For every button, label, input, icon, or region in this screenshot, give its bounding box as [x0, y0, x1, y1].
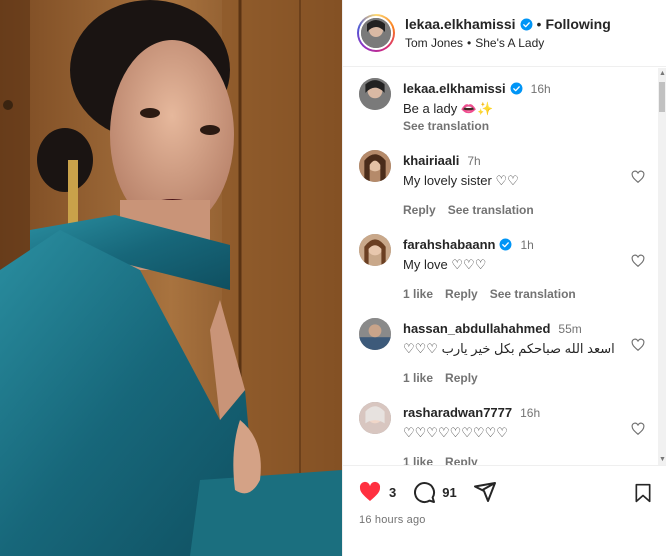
verified-badge-icon	[520, 18, 532, 30]
bookmark-icon[interactable]	[633, 482, 653, 504]
commenter-avatar[interactable]	[359, 150, 391, 182]
heart-icon[interactable]	[631, 338, 645, 352]
likes-count[interactable]: 1 like	[403, 371, 433, 385]
comments-scrollbar[interactable]: ▲ ▼	[658, 68, 666, 465]
reply-button[interactable]: Reply	[445, 455, 478, 465]
commenter-username[interactable]: khairiaali	[403, 153, 459, 168]
verified-badge-icon	[510, 82, 523, 95]
separator-dot: •	[536, 16, 542, 32]
post-photo[interactable]	[0, 0, 342, 556]
share-icon[interactable]	[473, 480, 497, 504]
comment-icon[interactable]	[412, 480, 436, 504]
audio-separator: •	[467, 36, 472, 50]
commenter-username[interactable]: hassan_abdullahahmed	[403, 321, 550, 336]
caption-text: Be a lady 👄✨	[403, 101, 494, 116]
heart-icon[interactable]	[631, 422, 645, 436]
caption-username[interactable]: lekaa.elkhamissi	[403, 81, 506, 96]
reply-button[interactable]: Reply	[445, 287, 478, 301]
comment-text: My love ♡♡♡	[403, 257, 487, 272]
post-side-panel: lekaa.elkhamissi • Following Tom Jones •…	[342, 0, 666, 556]
post-footer: 3 91 16 hours ago	[343, 465, 666, 556]
like-count[interactable]: 3	[389, 485, 396, 500]
comments-list[interactable]: lekaa.elkhamissi 16h Be a lady 👄✨ See tr…	[343, 68, 659, 465]
audio-artist: Tom Jones	[405, 36, 464, 50]
comment-count[interactable]: 91	[442, 485, 456, 500]
comment-text: ♡♡♡♡♡♡♡♡♡	[403, 425, 508, 440]
audio-title: She's A Lady	[475, 36, 545, 50]
scroll-up-icon[interactable]: ▲	[659, 70, 666, 77]
caption-see-translation[interactable]: See translation	[403, 119, 633, 133]
scroll-down-icon[interactable]: ▼	[659, 456, 666, 463]
commenter-avatar[interactable]	[359, 234, 391, 266]
heart-icon[interactable]	[631, 254, 645, 268]
comment-time: 7h	[467, 153, 481, 168]
commenter-username[interactable]: rasharadwan7777	[403, 405, 512, 420]
reply-button[interactable]: Reply	[403, 203, 436, 217]
heart-icon[interactable]	[631, 170, 645, 184]
verified-badge-icon	[500, 238, 512, 251]
see-translation-button[interactable]: See translation	[448, 203, 534, 217]
see-translation-button[interactable]: See translation	[490, 287, 576, 301]
audio-track[interactable]: Tom Jones • She's A Lady	[405, 36, 544, 50]
comment-text: اسعد الله صباحكم بكل خير يارب ♡♡♡	[403, 341, 615, 356]
caption-time: 16h	[530, 81, 551, 96]
comment-time: 55m	[558, 321, 582, 336]
following-button[interactable]: Following	[545, 16, 610, 32]
author-username[interactable]: lekaa.elkhamissi	[405, 16, 516, 32]
likes-count[interactable]: 1 like	[403, 455, 433, 465]
comment-time: 1h	[520, 237, 534, 252]
comment-time: 16h	[520, 405, 541, 420]
photo-illustration	[0, 0, 342, 556]
post-header: lekaa.elkhamissi • Following Tom Jones •…	[343, 0, 666, 67]
author-avatar[interactable]	[357, 14, 395, 52]
commenter-username[interactable]: farahshabaann	[403, 237, 495, 252]
caption-avatar[interactable]	[359, 78, 391, 110]
post-timestamp: 16 hours ago	[359, 514, 426, 526]
commenter-avatar[interactable]	[359, 402, 391, 434]
reply-button[interactable]: Reply	[445, 371, 478, 385]
commenter-avatar[interactable]	[359, 318, 391, 350]
comment-text: My lovely sister ♡♡	[403, 173, 519, 188]
scrollbar-thumb[interactable]	[659, 82, 665, 112]
heart-icon[interactable]	[357, 480, 383, 504]
likes-count[interactable]: 1 like	[403, 287, 433, 301]
